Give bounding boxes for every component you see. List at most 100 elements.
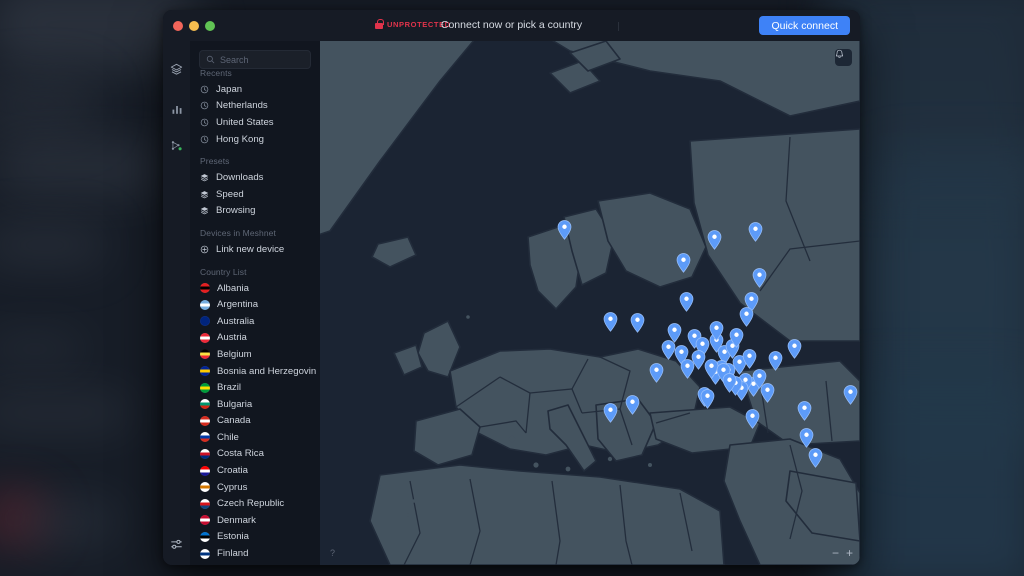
map-server-pin[interactable] bbox=[787, 339, 802, 359]
country-flag-icon bbox=[200, 299, 210, 310]
sidebar-item-chile[interactable]: Chile bbox=[190, 429, 320, 446]
sidebar-item-label: Link new device bbox=[216, 243, 285, 255]
map-server-pin[interactable] bbox=[748, 222, 763, 242]
sidebar-item-label: Hong Kong bbox=[216, 133, 265, 145]
sidebar-item-bulgaria[interactable]: Bulgaria bbox=[190, 396, 320, 413]
map-server-pin[interactable] bbox=[630, 313, 645, 333]
map-server-pin[interactable] bbox=[700, 389, 715, 409]
map-server-pin[interactable] bbox=[603, 312, 618, 332]
sidebar-item-japan[interactable]: Japan bbox=[190, 81, 320, 98]
sidebar-item-speed[interactable]: Speed bbox=[190, 186, 320, 203]
layers-icon bbox=[200, 207, 209, 215]
map-server-pin[interactable] bbox=[843, 385, 858, 405]
icon-rail bbox=[163, 41, 190, 565]
sidebar-group-label: Presets bbox=[200, 156, 230, 167]
bell-icon bbox=[835, 49, 844, 58]
sidebar-item-browsing[interactable]: Browsing bbox=[190, 203, 320, 220]
map-server-pin[interactable] bbox=[739, 307, 754, 327]
sidebar-item-label: Costa Rica bbox=[217, 448, 264, 460]
map-server-pin[interactable] bbox=[709, 321, 724, 341]
sidebar-item-label: Speed bbox=[216, 188, 244, 200]
sidebar: Search Recents Japan Netherlands United Sta… bbox=[190, 41, 320, 565]
zoom-in-button[interactable]: + bbox=[846, 547, 853, 559]
map-server-pin[interactable] bbox=[742, 349, 757, 369]
country-flag-icon bbox=[200, 432, 210, 443]
map-server-pin[interactable] bbox=[649, 363, 664, 383]
zoom-out-button[interactable]: − bbox=[832, 547, 839, 559]
map-server-pin[interactable] bbox=[557, 220, 572, 240]
vpn-icon[interactable] bbox=[163, 53, 190, 85]
sidebar-group-label: Country List bbox=[200, 266, 247, 277]
map-server-pin[interactable] bbox=[625, 395, 640, 415]
sidebar-item-hong-kong[interactable]: Hong Kong bbox=[190, 131, 320, 148]
map-server-pin[interactable] bbox=[603, 403, 618, 423]
map-server-pin[interactable] bbox=[768, 351, 783, 371]
notifications-button[interactable] bbox=[835, 49, 852, 66]
sidebar-item-cyprus[interactable]: Cyprus bbox=[190, 479, 320, 496]
sidebar-item-label: Bulgaria bbox=[217, 398, 253, 410]
sidebar-item-label: Browsing bbox=[216, 205, 256, 217]
map-server-pin[interactable] bbox=[722, 373, 737, 393]
map-server-pin[interactable] bbox=[707, 230, 722, 250]
titlebar-hint: Connect now or pick a country bbox=[440, 19, 583, 31]
sidebar-item-label: Chile bbox=[217, 431, 239, 443]
sidebar-item-label: Australia bbox=[217, 315, 255, 327]
sidebar-item-brazil[interactable]: Brazil bbox=[190, 379, 320, 396]
sidebar-item-croatia[interactable]: Croatia bbox=[190, 462, 320, 479]
sidebar-item-link-new-device[interactable]: Link new device bbox=[190, 241, 320, 258]
sidebar-item-finland[interactable]: Finland bbox=[190, 545, 320, 562]
sidebar-item-label: Denmark bbox=[217, 514, 256, 526]
world-map[interactable]: ? − + bbox=[320, 41, 860, 565]
meshnet-icon[interactable] bbox=[163, 129, 190, 161]
country-flag-icon bbox=[200, 515, 210, 526]
map-server-pin[interactable] bbox=[808, 448, 823, 468]
map-server-pin[interactable] bbox=[729, 328, 744, 348]
clock-icon bbox=[200, 135, 209, 143]
sidebar-group-label: Recents bbox=[200, 68, 232, 78]
sidebar-item-austria[interactable]: Austria bbox=[190, 330, 320, 347]
stats-icon[interactable] bbox=[163, 93, 190, 125]
sidebar-item-australia[interactable]: Australia bbox=[190, 313, 320, 330]
layers-icon bbox=[200, 174, 209, 182]
quick-connect-button[interactable]: Quick connect bbox=[759, 16, 850, 35]
country-flag-icon bbox=[200, 415, 210, 426]
country-flag-icon bbox=[200, 448, 210, 459]
country-flag-icon bbox=[200, 332, 210, 343]
sidebar-item-label: Albania bbox=[217, 282, 250, 294]
settings-sliders-icon[interactable] bbox=[163, 531, 190, 557]
map-zoom-controls[interactable]: − + bbox=[832, 547, 853, 559]
app-window: UNPROTECTED Connect now or pick a countr… bbox=[163, 10, 860, 565]
sidebar-item-label: Croatia bbox=[217, 465, 248, 477]
sidebar-item-label: Czech Republic bbox=[217, 498, 285, 510]
map-server-pin[interactable] bbox=[752, 369, 767, 389]
help-button[interactable]: ? bbox=[326, 546, 339, 559]
country-flag-icon bbox=[200, 498, 210, 509]
sidebar-item-label: Finland bbox=[217, 548, 249, 560]
sidebar-item-canada[interactable]: Canada bbox=[190, 413, 320, 430]
sidebar-item-denmark[interactable]: Denmark bbox=[190, 512, 320, 529]
map-server-pin[interactable] bbox=[797, 401, 812, 421]
country-flag-icon bbox=[200, 366, 210, 377]
map-server-pin[interactable] bbox=[752, 268, 767, 288]
map-server-pin[interactable] bbox=[676, 253, 691, 273]
sidebar-item-costa-rica[interactable]: Costa Rica bbox=[190, 446, 320, 463]
search-input[interactable]: Search bbox=[199, 50, 311, 69]
map-server-pin[interactable] bbox=[679, 292, 694, 312]
sidebar-item-label: Bosnia and Herzegovin bbox=[217, 365, 317, 377]
sidebar-item-downloads[interactable]: Downloads bbox=[190, 169, 320, 186]
map-server-pin[interactable] bbox=[691, 350, 706, 370]
sidebar-item-label: Brazil bbox=[217, 382, 241, 394]
map-server-pin[interactable] bbox=[745, 409, 760, 429]
sidebar-item-netherlands[interactable]: Netherlands bbox=[190, 98, 320, 115]
sidebar-item-czech-republic[interactable]: Czech Republic bbox=[190, 495, 320, 512]
sidebar-list[interactable]: Recents Japan Netherlands United States Hong… bbox=[190, 68, 320, 562]
sidebar-item-argentina[interactable]: Argentina bbox=[190, 296, 320, 313]
sidebar-item-bosnia-and-herzegovin[interactable]: Bosnia and Herzegovin bbox=[190, 363, 320, 380]
sidebar-item-estonia[interactable]: Estonia bbox=[190, 529, 320, 546]
country-flag-icon bbox=[200, 531, 210, 542]
sidebar-item-albania[interactable]: Albania bbox=[190, 280, 320, 297]
map-server-pin[interactable] bbox=[799, 428, 814, 448]
sidebar-item-label: Austria bbox=[217, 332, 247, 344]
sidebar-item-belgium[interactable]: Belgium bbox=[190, 346, 320, 363]
sidebar-item-united-states[interactable]: United States bbox=[190, 114, 320, 131]
